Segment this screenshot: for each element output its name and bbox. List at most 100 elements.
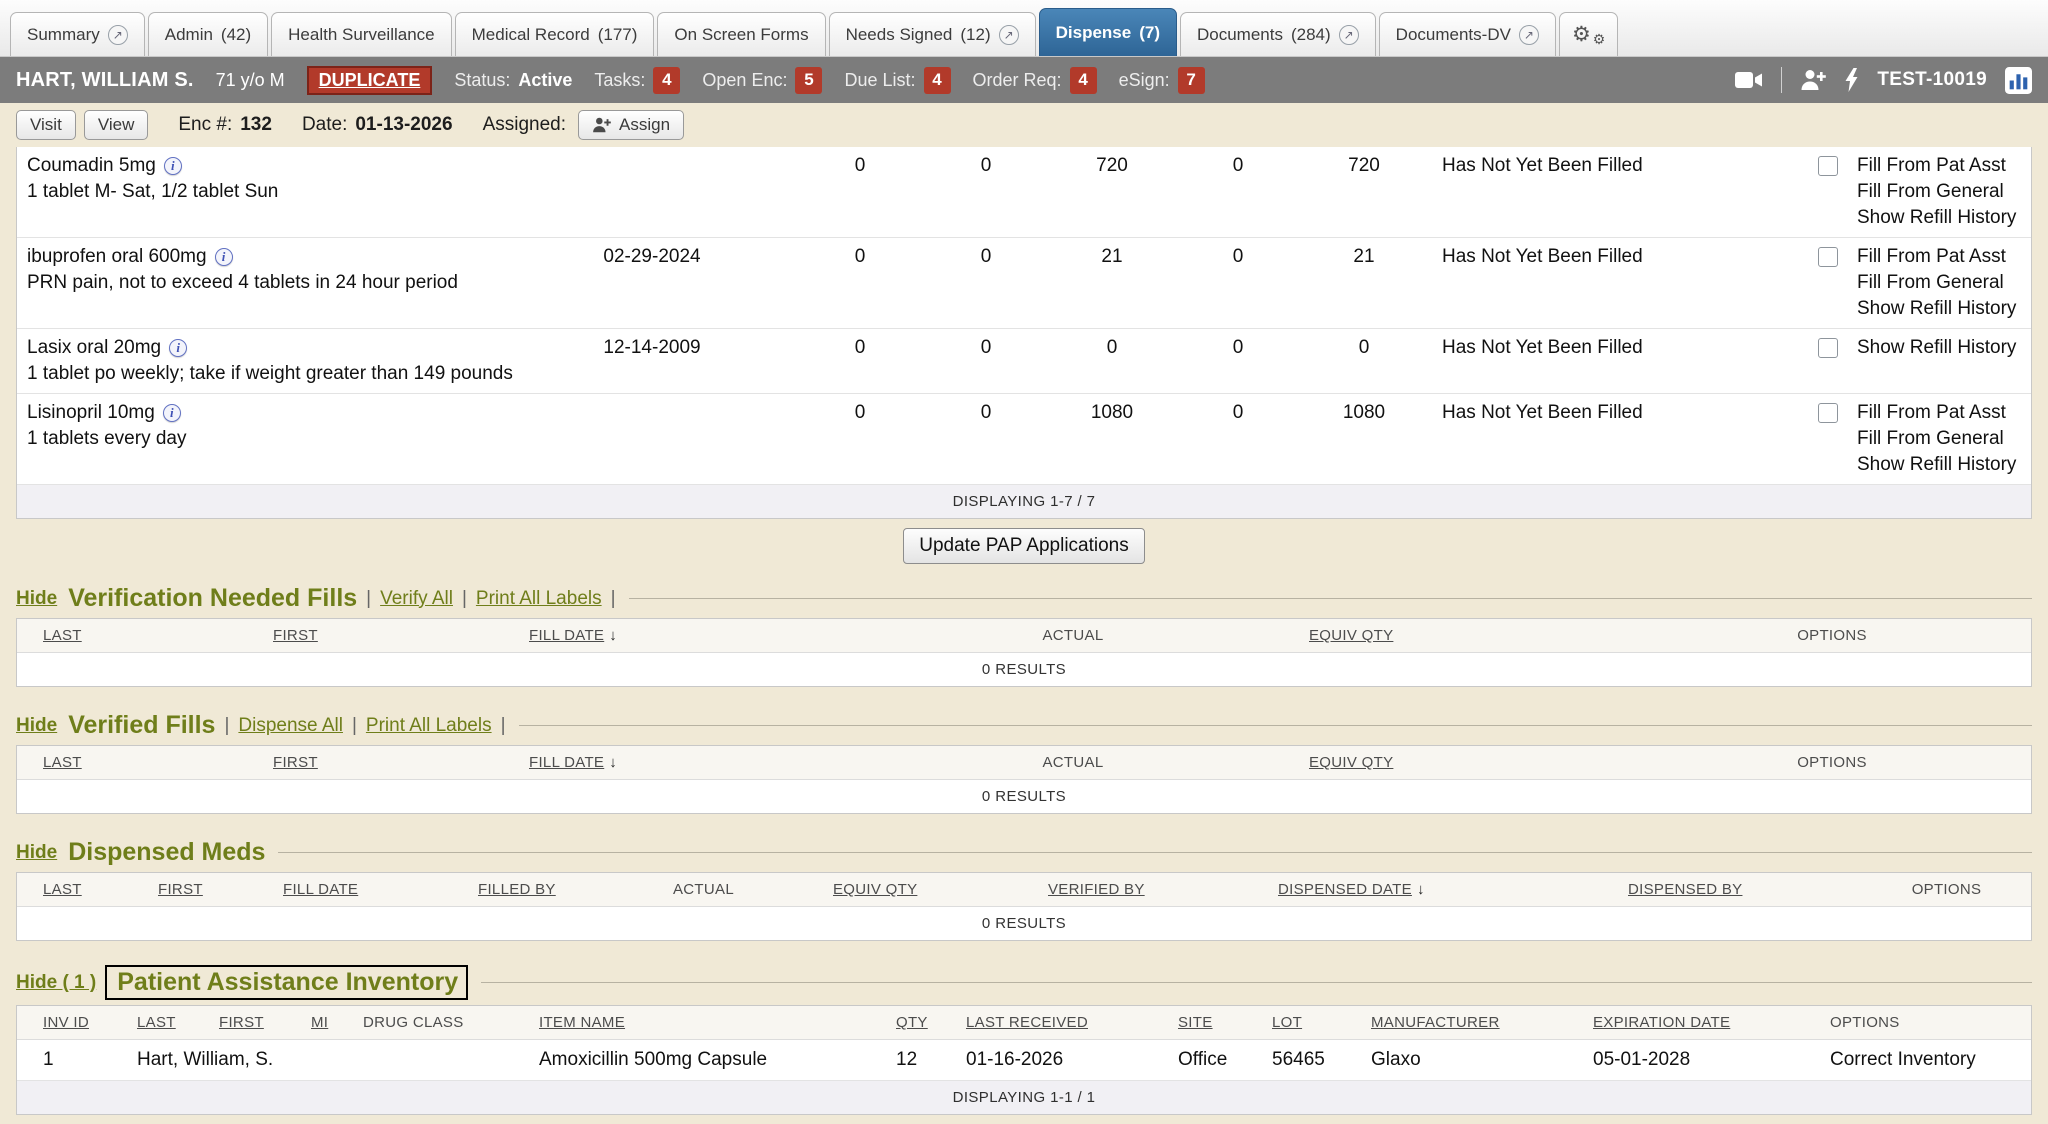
- column-header-last[interactable]: LAST: [43, 881, 82, 898]
- column-header-first[interactable]: FIRST: [273, 627, 318, 644]
- tab-admin[interactable]: Admin (42): [148, 12, 268, 56]
- correct-inventory-link[interactable]: Correct Inventory: [1804, 1049, 2031, 1071]
- column-header-last[interactable]: LAST: [43, 627, 82, 644]
- open-enc-count-badge[interactable]: 5: [795, 67, 822, 94]
- due-list-count-badge[interactable]: 4: [924, 67, 951, 94]
- order-req-count-badge[interactable]: 4: [1070, 67, 1097, 94]
- med-name[interactable]: Coumadin 5mg: [27, 153, 156, 179]
- tab-needs-signed[interactable]: Needs Signed (12) ↗: [829, 12, 1036, 56]
- fill-from-pat-asst-link[interactable]: Fill From Pat Asst: [1857, 400, 2031, 426]
- column-header-last[interactable]: LAST: [137, 1014, 176, 1031]
- patient-age-sex: 71 y/o M: [216, 70, 285, 91]
- column-header-fill-date[interactable]: FILL DATE: [529, 754, 604, 771]
- med-name[interactable]: Lisinopril 10mg: [27, 400, 155, 426]
- column-header-last[interactable]: LAST: [43, 754, 82, 771]
- med-select-checkbox[interactable]: [1818, 247, 1838, 267]
- show-refill-history-link[interactable]: Show Refill History: [1857, 335, 2031, 361]
- print-all-labels-link[interactable]: Print All Labels: [366, 715, 492, 737]
- column-header-first[interactable]: FIRST: [219, 1014, 264, 1031]
- column-header-lot[interactable]: LOT: [1272, 1014, 1302, 1031]
- tab-medical-record[interactable]: Medical Record (177): [455, 12, 655, 56]
- med-name[interactable]: Lasix oral 20mg: [27, 335, 161, 361]
- inventory-patient-name: Hart, William, S.: [111, 1049, 513, 1071]
- column-header-filled-by[interactable]: FILLED BY: [478, 881, 556, 898]
- med-qty: 0: [1175, 153, 1301, 231]
- duplicate-badge[interactable]: DUPLICATE: [307, 66, 433, 95]
- column-header-verified-by[interactable]: VERIFIED BY: [1048, 881, 1145, 898]
- fill-from-general-link[interactable]: Fill From General: [1857, 179, 2031, 205]
- tab-documents[interactable]: Documents (284) ↗: [1180, 12, 1376, 56]
- sort-desc-icon[interactable]: ↓: [1417, 881, 1425, 898]
- due-list-counter: Due List: 4: [844, 67, 950, 94]
- info-icon[interactable]: i: [169, 339, 187, 357]
- patient-toolbar: TEST-10019: [1735, 67, 2032, 94]
- info-icon[interactable]: i: [163, 404, 181, 422]
- paging-status: DISPLAYING 1-1 / 1: [17, 1081, 2031, 1114]
- hide-link[interactable]: Hide: [16, 842, 57, 864]
- tab-documents-dv[interactable]: Documents-DV ↗: [1379, 12, 1556, 56]
- med-select-checkbox[interactable]: [1818, 156, 1838, 176]
- column-header-equiv-qty[interactable]: EQUIV QTY: [833, 881, 917, 898]
- sort-desc-icon[interactable]: ↓: [609, 627, 617, 644]
- column-header-manufacturer[interactable]: MANUFACTURER: [1371, 1014, 1500, 1031]
- dispense-all-link[interactable]: Dispense All: [238, 715, 343, 737]
- view-button[interactable]: View: [84, 110, 149, 140]
- column-header-options: OPTIONS: [1797, 627, 1867, 644]
- column-header-fill-date[interactable]: FILL DATE: [283, 881, 358, 898]
- visit-button[interactable]: Visit: [16, 110, 76, 140]
- tab-summary[interactable]: Summary ↗: [10, 12, 145, 56]
- print-all-labels-link[interactable]: Print All Labels: [476, 588, 602, 610]
- med-name[interactable]: ibuprofen oral 600mg: [27, 244, 207, 270]
- column-header-expiration-date[interactable]: EXPIRATION DATE: [1593, 1014, 1730, 1031]
- column-header-fill-date[interactable]: FILL DATE: [529, 627, 604, 644]
- column-header-dispensed-date[interactable]: DISPENSED DATE: [1278, 881, 1412, 898]
- esign-count-badge[interactable]: 7: [1178, 67, 1205, 94]
- column-header-mi[interactable]: MI: [311, 1014, 328, 1031]
- tab-dispense[interactable]: Dispense (7): [1039, 8, 1177, 56]
- video-camera-icon[interactable]: [1735, 71, 1763, 89]
- settings-tab[interactable]: ⚙ ⚙: [1559, 12, 1618, 56]
- bar-chart-icon[interactable]: [2005, 67, 2032, 94]
- tasks-count-badge[interactable]: 4: [653, 67, 680, 94]
- fill-from-general-link[interactable]: Fill From General: [1857, 270, 2031, 296]
- column-header-inv-id[interactable]: INV ID: [43, 1014, 89, 1031]
- column-header-first[interactable]: FIRST: [158, 881, 203, 898]
- show-refill-history-link[interactable]: Show Refill History: [1857, 296, 2031, 322]
- popout-icon[interactable]: ↗: [1339, 25, 1359, 45]
- sort-desc-icon[interactable]: ↓: [609, 754, 617, 771]
- med-select-checkbox[interactable]: [1818, 338, 1838, 358]
- lightning-bolt-icon[interactable]: [1844, 68, 1859, 92]
- hide-link[interactable]: Hide: [16, 715, 57, 737]
- show-refill-history-link[interactable]: Show Refill History: [1857, 205, 2031, 231]
- column-header-qty[interactable]: QTY: [896, 1014, 928, 1031]
- update-pap-applications-button[interactable]: Update PAP Applications: [903, 528, 1145, 564]
- column-header-dispensed-by[interactable]: DISPENSED BY: [1628, 881, 1742, 898]
- tab-health-surveillance[interactable]: Health Surveillance: [271, 12, 451, 56]
- assign-button[interactable]: Assign: [578, 110, 684, 140]
- hide-link[interactable]: Hide: [16, 588, 57, 610]
- column-header-site[interactable]: SITE: [1178, 1014, 1213, 1031]
- fill-from-pat-asst-link[interactable]: Fill From Pat Asst: [1857, 153, 2031, 179]
- fill-from-general-link[interactable]: Fill From General: [1857, 426, 2031, 452]
- popout-icon[interactable]: ↗: [1519, 25, 1539, 45]
- info-icon[interactable]: i: [215, 248, 233, 266]
- popout-icon[interactable]: ↗: [108, 25, 128, 45]
- column-header-item-name[interactable]: ITEM NAME: [539, 1014, 625, 1031]
- med-name-cell: Coumadin 5mg i 1 tablet M- Sat, 1/2 tabl…: [17, 153, 577, 231]
- add-person-icon[interactable]: [1800, 69, 1826, 91]
- fill-from-pat-asst-link[interactable]: Fill From Pat Asst: [1857, 244, 2031, 270]
- med-select-checkbox[interactable]: [1818, 403, 1838, 423]
- column-header-first[interactable]: FIRST: [273, 754, 318, 771]
- column-header-equiv-qty[interactable]: EQUIV QTY: [1309, 627, 1393, 644]
- show-refill-history-link[interactable]: Show Refill History: [1857, 452, 2031, 478]
- med-qty: 0: [1175, 244, 1301, 322]
- verify-all-link[interactable]: Verify All: [380, 588, 453, 610]
- hide-link[interactable]: Hide ( 1 ): [16, 972, 96, 994]
- empty-results: 0 RESULTS: [17, 653, 2031, 686]
- column-header-last-received[interactable]: LAST RECEIVED: [966, 1014, 1088, 1031]
- column-header-equiv-qty[interactable]: EQUIV QTY: [1309, 754, 1393, 771]
- info-icon[interactable]: i: [164, 157, 182, 175]
- popout-icon[interactable]: ↗: [999, 25, 1019, 45]
- tab-on-screen-forms[interactable]: On Screen Forms: [657, 12, 825, 56]
- med-qty: 1080: [1049, 400, 1175, 478]
